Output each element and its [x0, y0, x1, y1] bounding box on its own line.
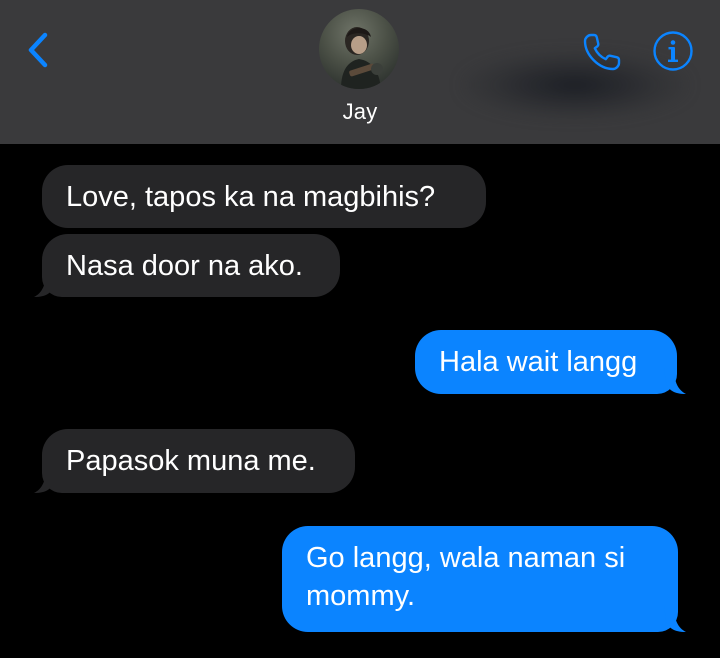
- message-bubble-outgoing[interactable]: Go langg, wala naman si mommy.: [282, 526, 678, 632]
- bubble-tail: [664, 606, 686, 632]
- avatar-photo: [341, 27, 383, 89]
- bubble-tail: [34, 467, 56, 493]
- message-bubble-incoming[interactable]: Love, tapos ka na magbihis?: [42, 165, 486, 228]
- message-bubble-incoming[interactable]: Nasa door na ako.: [42, 234, 340, 297]
- message-text: Papasok muna me.: [66, 445, 316, 477]
- bubble-tail: [664, 368, 686, 394]
- call-button[interactable]: [580, 30, 624, 74]
- message-text: Hala wait langg: [439, 346, 638, 378]
- chevron-left-icon: [28, 32, 48, 68]
- message-bubble-outgoing[interactable]: Hala wait langg: [415, 330, 677, 394]
- phone-icon: [583, 33, 621, 71]
- message-bubble-incoming[interactable]: Papasok muna me.: [42, 429, 355, 493]
- message-text: Love, tapos ka na magbihis?: [66, 181, 436, 213]
- message-text: Go langg, wala naman si mommy.: [306, 542, 626, 612]
- back-button[interactable]: [18, 28, 58, 72]
- message-text: Nasa door na ako.: [66, 250, 303, 282]
- bubble-tail: [34, 271, 56, 297]
- info-button[interactable]: [652, 30, 694, 72]
- info-icon: [653, 31, 693, 71]
- contact-name[interactable]: Jay: [0, 99, 720, 125]
- conversation-header: Jay: [0, 0, 720, 144]
- contact-avatar[interactable]: [319, 9, 399, 89]
